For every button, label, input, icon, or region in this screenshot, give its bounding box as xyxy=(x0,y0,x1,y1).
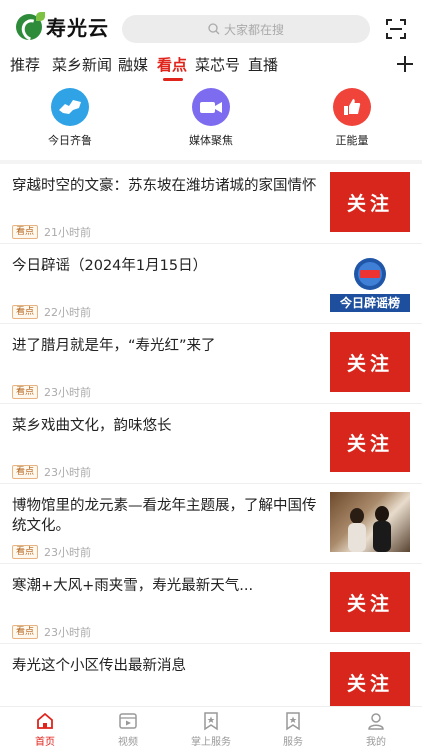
nav-label: 我的 xyxy=(366,737,386,748)
category-badge: 看点 xyxy=(12,225,39,239)
tab-highlights[interactable]: 看点 xyxy=(157,54,187,75)
tab-caixin[interactable]: 菜芯号 xyxy=(195,54,240,75)
category-badge: 看点 xyxy=(12,305,39,319)
search-input[interactable]: 大家都在搜 xyxy=(122,15,370,43)
quick-entries: 今日齐鲁 媒体聚焦 正能量 xyxy=(0,88,422,156)
feed-item[interactable]: 博物馆里的龙元素—看龙年主题展，了解中国传统文化。 看点 23小时前 xyxy=(0,484,422,564)
quick-entry-media-focus[interactable]: 媒体聚焦 xyxy=(171,88,251,148)
feed-item-meta: 看点 23小时前 xyxy=(12,384,91,400)
publish-time: 22小时前 xyxy=(44,306,92,319)
active-tab-indicator xyxy=(163,78,183,81)
nav-label: 视频 xyxy=(118,737,138,748)
feed-item[interactable]: 菜乡戏曲文化，韵味悠长 看点 23小时前 关注 xyxy=(0,404,422,484)
nav-profile[interactable]: 我的 xyxy=(346,711,406,748)
service-star-icon xyxy=(286,712,300,731)
feed-item-title: 进了腊月就是年，“寿光红”来了 xyxy=(12,338,216,354)
nav-label: 首页 xyxy=(35,737,55,748)
scan-icon[interactable] xyxy=(384,17,408,41)
rumor-thumbnail[interactable]: 今日辟谣榜 xyxy=(330,252,410,312)
nav-label: 掌上服务 xyxy=(191,737,231,748)
profile-icon xyxy=(368,713,384,730)
search-icon xyxy=(208,23,220,35)
feed-item-meta: 看点 21小时前 xyxy=(12,224,91,240)
nav-home[interactable]: 首页 xyxy=(15,711,75,748)
app-logo[interactable]: 寿光云 xyxy=(16,11,109,41)
category-badge: 看点 xyxy=(12,465,39,479)
add-channel-icon[interactable] xyxy=(394,52,416,76)
feed-item-meta: 看点 22小时前 xyxy=(12,304,91,320)
feed-item-title: 今日辟谣（2024年1月15日） xyxy=(12,258,208,274)
tab-media[interactable]: 融媒 xyxy=(118,54,148,75)
feed-item[interactable]: 寿光这个小区传出最新消息 关注 xyxy=(0,644,422,706)
shandong-map-icon xyxy=(51,88,89,126)
tab-vegetable-news[interactable]: 菜乡新闻 xyxy=(52,54,112,75)
feed-item[interactable]: 进了腊月就是年，“寿光红”来了 看点 23小时前 关注 xyxy=(0,324,422,404)
service-bookmark-icon xyxy=(204,712,218,731)
museum-photo-thumbnail[interactable] xyxy=(330,492,410,552)
follow-thumbnail[interactable]: 关注 xyxy=(330,332,410,392)
category-badge: 看点 xyxy=(12,385,39,399)
nav-label: 服务 xyxy=(283,737,303,748)
category-badge: 看点 xyxy=(12,625,39,639)
feed-item-title: 穿越时空的文豪：苏东坡在潍坊诸城的家国情怀 xyxy=(12,178,317,194)
channel-tabs: 推荐 菜乡新闻 融媒 看点 菜芯号 直播 xyxy=(0,52,422,81)
publish-time: 21小时前 xyxy=(44,226,92,239)
feed-item-title: 寿光这个小区传出最新消息 xyxy=(12,658,186,674)
category-badge: 看点 xyxy=(12,545,39,559)
quick-entry-label: 正能量 xyxy=(335,134,369,147)
search-placeholder: 大家都在搜 xyxy=(223,22,284,37)
feed-item-title: 博物馆里的龙元素—看龙年主题展，了解中国传统文化。 xyxy=(12,498,317,534)
follow-thumbnail[interactable]: 关注 xyxy=(330,652,410,706)
home-icon xyxy=(37,712,53,729)
follow-thumbnail[interactable]: 关注 xyxy=(330,412,410,472)
nav-video[interactable]: 视频 xyxy=(98,711,158,748)
thumbs-up-icon xyxy=(333,88,371,126)
feed-item-title: 寒潮+大风+雨夹雪，寿光最新天气... xyxy=(12,578,254,594)
feed-item-meta: 看点 23小时前 xyxy=(12,464,91,480)
quick-entry-positive-energy[interactable]: 正能量 xyxy=(312,88,392,148)
follow-thumbnail[interactable]: 关注 xyxy=(330,572,410,632)
shouguang-cloud-logo-icon xyxy=(16,11,45,40)
publish-time: 23小时前 xyxy=(44,466,92,479)
quick-entry-label: 今日齐鲁 xyxy=(48,134,92,147)
rumor-thumbnail-caption: 今日辟谣榜 xyxy=(339,296,400,310)
quick-entry-today-qilu[interactable]: 今日齐鲁 xyxy=(30,88,110,148)
nav-services[interactable]: 服务 xyxy=(263,711,323,748)
follow-thumbnail[interactable]: 关注 xyxy=(330,172,410,232)
publish-time: 23小时前 xyxy=(44,386,92,399)
feed-item[interactable]: 穿越时空的文豪：苏东坡在潍坊诸城的家国情怀 看点 21小时前 关注 xyxy=(0,164,422,244)
news-feed: 穿越时空的文豪：苏东坡在潍坊诸城的家国情怀 看点 21小时前 关注 今日辟谣（2… xyxy=(0,164,422,706)
feed-item-meta: 看点 23小时前 xyxy=(12,624,91,640)
publish-time: 23小时前 xyxy=(44,546,92,559)
publish-time: 23小时前 xyxy=(44,626,92,639)
app-name: 寿光云 xyxy=(46,16,109,40)
quick-entry-label: 媒体聚焦 xyxy=(189,134,233,147)
video-icon xyxy=(119,713,137,729)
tab-recommend[interactable]: 推荐 xyxy=(10,54,40,75)
bottom-tab-bar: 首页 视频 掌上服务 服务 我的 xyxy=(0,706,422,750)
feed-item[interactable]: 寒潮+大风+雨夹雪，寿光最新天气... 看点 23小时前 关注 xyxy=(0,564,422,644)
top-header: 寿光云 大家都在搜 xyxy=(0,0,422,52)
feed-item[interactable]: 今日辟谣（2024年1月15日） 看点 22小时前 今日辟谣榜 xyxy=(0,244,422,324)
tab-live[interactable]: 直播 xyxy=(248,54,278,75)
museum-visitors-photo xyxy=(348,506,391,552)
nav-mobile-services[interactable]: 掌上服务 xyxy=(181,711,241,748)
feed-item-title: 菜乡戏曲文化，韵味悠长 xyxy=(12,418,172,434)
feed-item-meta: 看点 23小时前 xyxy=(12,544,91,560)
camera-icon xyxy=(192,88,230,126)
